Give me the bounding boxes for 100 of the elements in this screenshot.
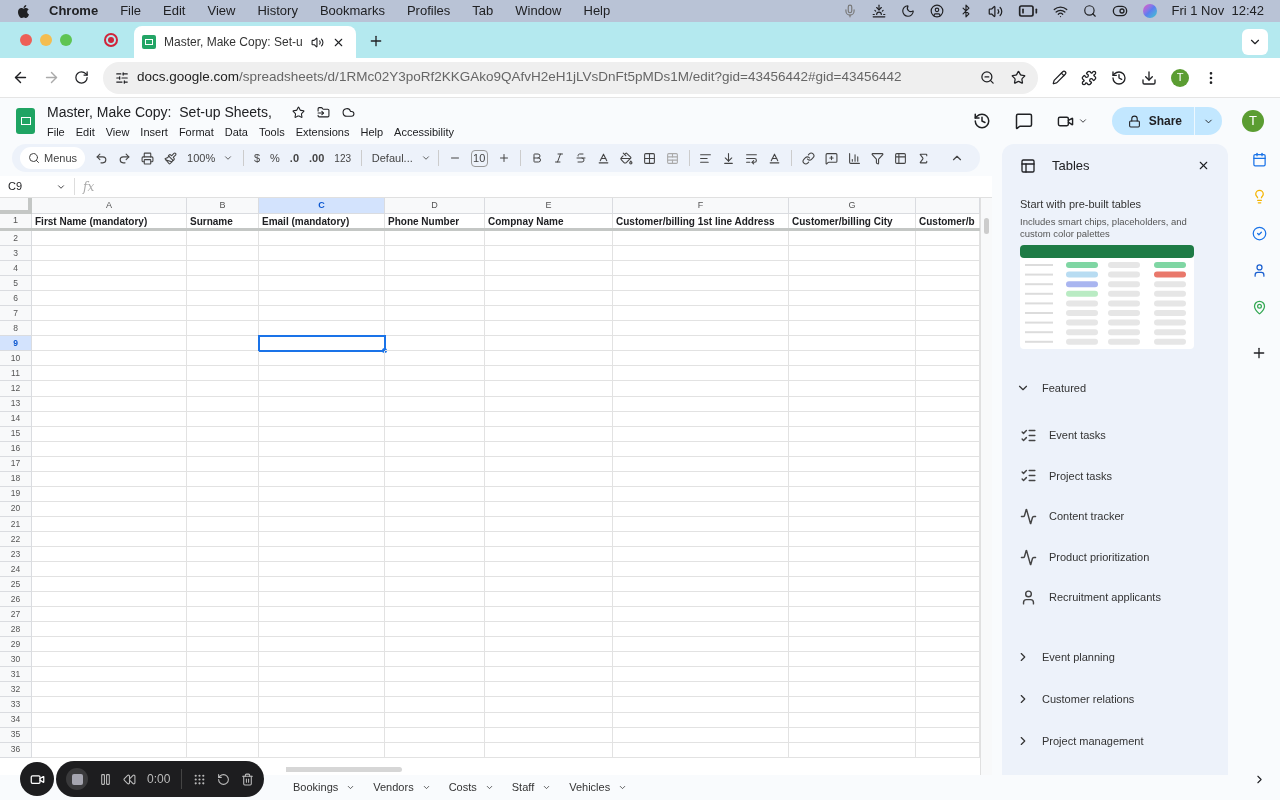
row-number[interactable]: 25 (0, 577, 32, 593)
table-cell[interactable] (259, 652, 385, 668)
table-cell[interactable] (32, 381, 187, 397)
table-cell[interactable] (613, 697, 789, 713)
table-cell[interactable] (259, 501, 385, 517)
menu-item[interactable]: Tab (472, 1, 494, 21)
table-cell[interactable] (32, 321, 187, 337)
document-title[interactable]: Master, Make Copy: Set-up Sheets, (47, 101, 272, 123)
zoom-select[interactable]: 100% (187, 149, 234, 167)
star-icon[interactable] (291, 105, 305, 119)
move-folder-icon[interactable] (316, 105, 330, 119)
table-cell[interactable] (789, 637, 916, 653)
menu-item[interactable]: Tools (258, 123, 285, 141)
table-cell[interactable] (259, 547, 385, 563)
table-cell[interactable] (32, 261, 187, 277)
row-number[interactable]: 8 (0, 321, 32, 337)
download-icon[interactable] (1141, 69, 1157, 86)
table-cell[interactable] (385, 501, 485, 517)
table-cell[interactable] (485, 501, 613, 517)
table-cell[interactable] (385, 306, 485, 322)
table-cell[interactable] (613, 727, 789, 743)
borders-icon[interactable] (642, 151, 656, 165)
table-cell[interactable] (485, 276, 613, 292)
table-cell[interactable] (259, 276, 385, 292)
table-cell[interactable] (789, 276, 916, 292)
table-cell[interactable] (187, 592, 259, 608)
table-cell[interactable] (485, 607, 613, 623)
menu-item[interactable]: Format (178, 123, 214, 141)
table-cell[interactable] (613, 351, 789, 367)
table-cell[interactable]: Customer/billing 1st line Address (613, 214, 789, 228)
table-cell[interactable] (187, 471, 259, 487)
table-cell[interactable] (187, 351, 259, 367)
print-icon[interactable] (141, 151, 155, 165)
table-cell[interactable] (485, 547, 613, 563)
table-cell[interactable] (259, 682, 385, 698)
table-cell[interactable] (385, 742, 485, 758)
apple-icon[interactable] (16, 3, 31, 19)
close-window-button[interactable] (20, 34, 32, 46)
table-cell[interactable] (789, 381, 916, 397)
table-cell[interactable] (789, 366, 916, 382)
table-cell[interactable] (789, 231, 916, 247)
table-cell[interactable] (32, 531, 187, 547)
minimize-window-button[interactable] (40, 34, 52, 46)
sheets-logo[interactable] (16, 108, 35, 134)
table-cell[interactable] (259, 516, 385, 532)
menu-item[interactable]: Help (360, 123, 384, 141)
menu-item[interactable]: Bookmarks (319, 1, 385, 21)
table-cell[interactable] (32, 501, 187, 517)
table-cell[interactable] (789, 516, 916, 532)
table-cell[interactable] (259, 396, 385, 412)
table-cell[interactable] (187, 712, 259, 728)
table-cell[interactable] (485, 291, 613, 307)
table-cell[interactable] (259, 456, 385, 472)
comment-icon[interactable] (1014, 112, 1033, 130)
table-cell[interactable] (187, 291, 259, 307)
section-toggle[interactable]: Event planning (1016, 635, 1210, 678)
rewind-icon[interactable] (123, 772, 136, 786)
menu-item[interactable]: Profiles (406, 1, 451, 21)
template-item[interactable]: Project tasks (1020, 455, 1210, 497)
siri-icon[interactable] (1142, 4, 1157, 18)
forward-icon[interactable] (43, 69, 60, 86)
menu-item[interactable]: File (120, 1, 142, 21)
increase-font-size-icon[interactable] (497, 152, 510, 164)
table-cell[interactable] (32, 366, 187, 382)
table-cell[interactable] (485, 486, 613, 502)
menu-item[interactable]: Insert (140, 123, 168, 141)
menu-item[interactable]: File (47, 123, 65, 141)
add-icon[interactable] (1251, 345, 1267, 361)
recording-icon[interactable] (104, 33, 118, 47)
table-cell[interactable] (613, 712, 789, 728)
column-header[interactable]: A (32, 198, 187, 214)
table-cell[interactable] (32, 456, 187, 472)
pencil-icon[interactable] (1052, 70, 1067, 85)
table-cell[interactable] (32, 306, 187, 322)
link-icon[interactable] (802, 151, 816, 165)
table-cell[interactable] (187, 667, 259, 683)
table-cell[interactable] (485, 351, 613, 367)
reload-icon[interactable] (74, 70, 89, 85)
wifi-icon[interactable] (1052, 3, 1068, 19)
table-cell[interactable] (385, 456, 485, 472)
table-cell[interactable] (385, 441, 485, 457)
table-cell[interactable] (385, 336, 485, 352)
table-cell[interactable] (789, 351, 916, 367)
table-cell[interactable] (789, 456, 916, 472)
table-cell[interactable]: First Name (mandatory) (32, 214, 187, 228)
contacts-icon[interactable] (1251, 263, 1267, 278)
table-cell[interactable] (32, 231, 187, 247)
table-cell[interactable] (32, 246, 187, 262)
table-cell[interactable] (385, 637, 485, 653)
table-cell[interactable] (613, 261, 789, 277)
table-cell[interactable] (259, 622, 385, 638)
table-cell[interactable] (259, 667, 385, 683)
table-cell[interactable] (485, 471, 613, 487)
table-cell[interactable] (259, 306, 385, 322)
template-item[interactable]: Recruitment applicants (1020, 577, 1210, 618)
table-cell[interactable] (259, 607, 385, 623)
row-number[interactable]: 10 (0, 351, 32, 367)
table-cell[interactable] (613, 411, 789, 427)
microphone-icon[interactable] (842, 4, 857, 18)
table-cell[interactable] (259, 351, 385, 367)
